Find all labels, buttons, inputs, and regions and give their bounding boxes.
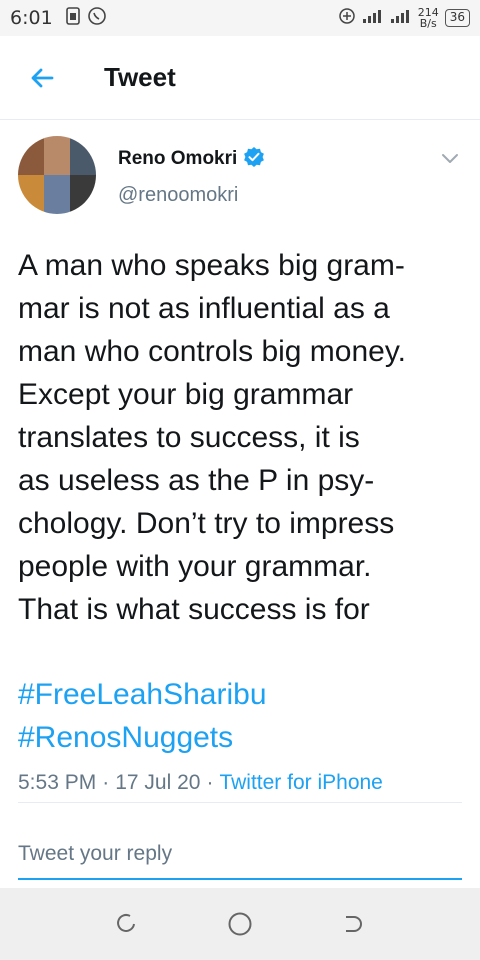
tweet-hashtags: #FreeLeahSharibu #RenosNuggets — [0, 673, 480, 759]
tweet-time: 5:53 PM — [18, 771, 97, 794]
app-bar: Tweet — [0, 36, 480, 120]
user-handle[interactable]: @renoomokri — [118, 184, 265, 207]
battery-indicator: 36 — [444, 9, 470, 27]
chevron-down-icon[interactable] — [438, 146, 462, 170]
sim-card-icon — [65, 6, 81, 30]
meta-separator: · — [206, 771, 214, 794]
data-saver-icon — [338, 7, 356, 29]
nav-back-icon[interactable] — [336, 906, 372, 942]
tweet-source-link[interactable]: Twitter for iPhone — [219, 771, 382, 795]
signal-icon — [362, 8, 384, 28]
system-nav-bar — [0, 888, 480, 960]
hashtag-link[interactable]: #RenosNuggets — [18, 716, 462, 759]
status-bar: 6:01 214 B/s 36 — [0, 0, 480, 36]
hashtag-link[interactable]: #FreeLeahSharibu — [18, 673, 462, 716]
avatar[interactable] — [18, 136, 96, 214]
display-name-row: Reno Omokri — [118, 146, 265, 172]
tweet-detail: Reno Omokri @renoomokri A man who speaks… — [0, 120, 480, 795]
signal-icon-2 — [390, 8, 412, 28]
tweet-date: 17 Jul 20 — [115, 771, 201, 794]
status-notification-icons — [65, 6, 107, 30]
meta-separator: · — [102, 771, 110, 794]
arrow-left-icon[interactable] — [24, 60, 60, 96]
status-time: 6:01 — [10, 7, 53, 29]
page-title: Tweet — [104, 62, 176, 92]
tweet-author-row: Reno Omokri @renoomokri — [0, 120, 480, 214]
nav-home-icon[interactable] — [222, 906, 258, 942]
tweet-meta: 5:53 PM · 17 Jul 20 · Twitter for iPhone — [0, 771, 480, 795]
display-name[interactable]: Reno Omokri — [118, 148, 237, 170]
status-right-icons: 214 B/s 36 — [338, 7, 470, 29]
author-info: Reno Omokri @renoomokri — [118, 146, 265, 207]
whatsapp-icon — [87, 6, 107, 30]
reply-input[interactable]: Tweet your reply — [18, 834, 462, 880]
nav-recents-icon[interactable] — [108, 906, 144, 942]
network-speed: 214 B/s — [418, 7, 439, 29]
divider — [18, 802, 462, 803]
verified-badge-icon — [243, 146, 265, 172]
tweet-text: A man who speaks big gram- mar is not as… — [18, 249, 406, 626]
network-speed-unit: B/s — [419, 17, 437, 30]
